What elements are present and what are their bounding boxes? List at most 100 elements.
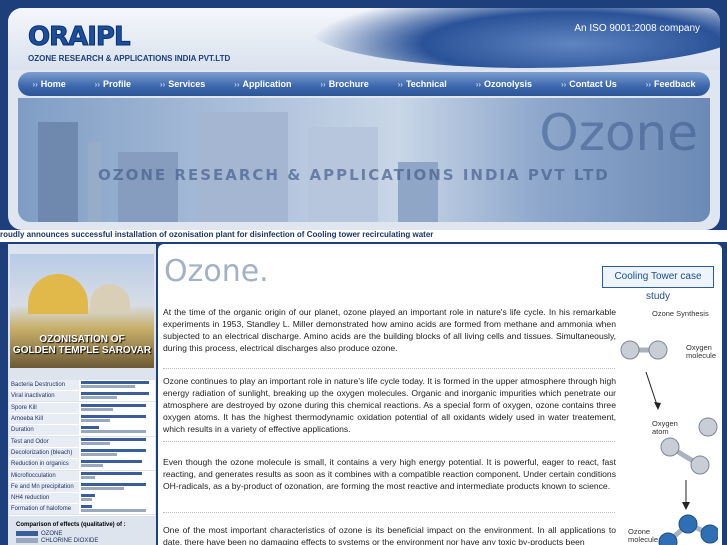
effect-bars bbox=[79, 493, 155, 504]
nav-technical[interactable]: ›› Technical bbox=[398, 79, 447, 89]
effect-label: Reduction in organics bbox=[9, 459, 79, 470]
effect-label: Formation of halofome bbox=[9, 504, 79, 515]
effect-bars bbox=[79, 481, 155, 492]
oxygen-atom-icon bbox=[660, 437, 680, 457]
company-name: OZONE RESEARCH & APPLICATIONS INDIA PVT.… bbox=[28, 54, 231, 63]
effect-label: Bacteria Destruction bbox=[9, 380, 79, 391]
golden-temple-image[interactable]: OZONISATION OF GOLDEN TEMPLE SAROVAR bbox=[10, 254, 154, 368]
effects-comparison-chart: Bacteria Destruction Viral inactivation Sp… bbox=[9, 380, 155, 516]
nav-application[interactable]: ›› Application bbox=[234, 79, 291, 89]
plant-machinery bbox=[38, 122, 78, 222]
effect-row: Duration bbox=[9, 425, 155, 437]
chlorine-bar bbox=[81, 486, 124, 490]
chlorine-bar bbox=[81, 441, 110, 445]
cooling-tower-case-study-button[interactable]: Cooling Tower case study bbox=[602, 266, 714, 302]
effects-legend: Comparison of effects (qualitative) of :… bbox=[16, 522, 126, 544]
legend-title: Comparison of effects (qualitative) of : bbox=[16, 522, 126, 528]
nav-brochure[interactable]: ›› Brochure bbox=[320, 79, 368, 89]
chlorine-bar bbox=[81, 385, 135, 389]
legend-swatch-ozone bbox=[16, 531, 38, 536]
chevron-right-icon: ›› bbox=[475, 80, 482, 89]
temple-caption-line2: GOLDEN TEMPLE SAROVAR bbox=[12, 345, 152, 356]
oxygen-atom-icon bbox=[620, 340, 640, 360]
ozone-bar bbox=[81, 494, 95, 498]
hero-banner: Ozone OZONE RESEARCH & APPLICATIONS INDI… bbox=[18, 98, 710, 222]
ozone-bar bbox=[81, 426, 99, 430]
ozone-bar bbox=[81, 415, 146, 419]
logo[interactable]: ORAIPL bbox=[28, 22, 132, 53]
ozone-bar bbox=[81, 437, 146, 441]
chevron-right-icon: ›› bbox=[645, 80, 651, 89]
ozone-bar bbox=[81, 448, 146, 452]
effect-bars bbox=[79, 504, 155, 515]
ozone-bar bbox=[81, 482, 146, 486]
effect-label: Duration bbox=[9, 425, 79, 436]
page-title: Ozone. bbox=[164, 254, 269, 289]
chevron-right-icon: ›› bbox=[560, 80, 567, 89]
paragraph-2: Ozone continues to play an important rol… bbox=[163, 376, 616, 434]
banner-tagline: OZONE RESEARCH & APPLICATIONS INDIA PVT … bbox=[98, 166, 610, 184]
effect-row: NH4 reduction bbox=[9, 493, 155, 505]
chlorine-bar bbox=[81, 452, 117, 456]
legend-chlorine: CHLORINE DIOXIDE bbox=[16, 537, 126, 544]
effect-row: Spore Kill bbox=[9, 402, 155, 414]
effect-label: Spore Kill bbox=[9, 402, 79, 413]
oxygen-atom-icon bbox=[648, 340, 668, 360]
label-oxygen-molecule: Oxygen molecule bbox=[686, 343, 717, 360]
chlorine-bar bbox=[81, 407, 113, 411]
effect-row: Formation of halofome bbox=[9, 504, 155, 516]
effect-label: Decolorization (bleach) bbox=[9, 447, 79, 458]
oxygen-atom-icon bbox=[690, 455, 710, 475]
left-sidebar: OZONISATION OF GOLDEN TEMPLE SAROVAR Bac… bbox=[8, 244, 156, 545]
ozone-bar bbox=[81, 381, 149, 385]
news-ticker[interactable]: roudly announces successful installation… bbox=[0, 230, 727, 242]
label-ozone-molecule: Ozone molecule bbox=[628, 527, 659, 544]
effect-row: Reduction in organics bbox=[9, 459, 155, 471]
divider bbox=[163, 441, 615, 442]
effect-bars bbox=[79, 380, 155, 391]
effect-label: Amoeba Kill bbox=[9, 414, 79, 425]
temple-building bbox=[90, 284, 130, 314]
effect-row: Fe and Mn precipitation bbox=[9, 481, 155, 493]
effect-bars bbox=[79, 402, 155, 413]
oxygen-atom-icon bbox=[698, 417, 718, 437]
ozone-synthesis-diagram: Ozone Synthesis Oxygen molecule Oxygen ato… bbox=[618, 302, 718, 545]
temple-dome bbox=[28, 274, 88, 314]
effect-bars bbox=[79, 391, 155, 402]
nav-feedback[interactable]: ›› Feedback bbox=[646, 79, 696, 89]
temple-caption: OZONISATION OF GOLDEN TEMPLE SAROVAR bbox=[10, 334, 154, 356]
iso-text: An ISO 9001:2008 company bbox=[574, 23, 700, 34]
effect-bars bbox=[79, 459, 155, 470]
header-frame: ORAIPL OZONE RESEARCH & APPLICATIONS IND… bbox=[8, 8, 720, 230]
nav-services[interactable]: ›› Services bbox=[160, 79, 205, 89]
effect-bars bbox=[79, 447, 155, 458]
arrow-head-icon bbox=[682, 502, 690, 510]
nav-profile[interactable]: ›› Profile bbox=[95, 79, 131, 89]
header-band: ORAIPL OZONE RESEARCH & APPLICATIONS IND… bbox=[8, 8, 720, 70]
paragraph-3: Even though the ozone molecule is small,… bbox=[163, 457, 616, 491]
paragraph-1: At the time of the organic origin of our… bbox=[163, 307, 616, 353]
chlorine-bar bbox=[81, 430, 146, 434]
effect-row: Test and Odor bbox=[9, 436, 155, 448]
effect-label: Microflocculation bbox=[9, 470, 79, 481]
effect-bars bbox=[79, 414, 155, 425]
arrow-head-icon bbox=[654, 402, 661, 410]
effect-row: Bacteria Destruction bbox=[9, 380, 155, 392]
nav-ozonolysis[interactable]: ›› Ozonolysis bbox=[476, 79, 532, 89]
chevron-right-icon: ›› bbox=[94, 80, 100, 89]
legend-swatch-chlorine bbox=[16, 538, 38, 543]
ozone-atom-icon bbox=[700, 524, 718, 544]
chlorine-bar bbox=[81, 509, 146, 513]
nav-home[interactable]: ›› Home bbox=[32, 79, 65, 89]
main-content: Ozone. Cooling Tower case study At the t… bbox=[158, 244, 722, 545]
banner-word: Ozone bbox=[539, 104, 698, 162]
effect-label: Fe and Mn precipitation bbox=[9, 481, 79, 492]
chevron-right-icon: ›› bbox=[32, 80, 38, 89]
chevron-right-icon: ›› bbox=[159, 80, 166, 89]
legend-label-chlorine: CHLORINE DIOXIDE bbox=[41, 537, 99, 544]
effect-label: Viral inactivation bbox=[9, 391, 79, 402]
main-nav: ›› Home ›› Profile ›› Services ›› Applicatio… bbox=[18, 72, 710, 96]
header-swoosh bbox=[308, 8, 720, 68]
ozone-atom-icon bbox=[678, 514, 698, 534]
nav-contact-us[interactable]: ›› Contact Us bbox=[561, 79, 617, 89]
